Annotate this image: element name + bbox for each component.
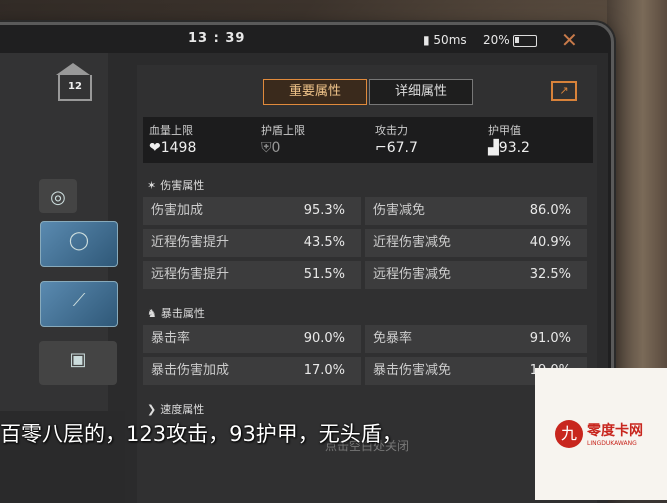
- stat-row: 暴击伤害加成 17.0%: [143, 357, 361, 385]
- tab-detail-attributes[interactable]: 详细属性: [369, 79, 473, 105]
- shield-icon: ⛨: [261, 140, 272, 156]
- gun-icon: ⌐: [375, 140, 387, 156]
- crit-icon: ♞: [147, 307, 157, 320]
- house-icon: 12: [56, 63, 92, 101]
- stat-row: 伤害减免 86.0%: [365, 197, 587, 225]
- watermark-name: 零度卡网: [587, 423, 643, 439]
- stat-shield: 护盾上限 ⛨0: [261, 124, 305, 156]
- damage-section-title: ✶ 伤害属性: [147, 179, 205, 192]
- equip-slot-2[interactable]: ◯: [40, 221, 118, 267]
- equip-slot-3[interactable]: ⟋: [40, 281, 118, 327]
- stat-row: 近程伤害提升 43.5%: [143, 229, 361, 257]
- watermark-sub: LINGDUKAWANG: [587, 440, 637, 447]
- crit-section-title: ♞ 暴击属性: [147, 307, 205, 320]
- share-icon[interactable]: ↗: [551, 81, 577, 101]
- stat-row: 近程伤害减免 40.9%: [365, 229, 587, 257]
- vest-icon: ▣: [69, 349, 87, 370]
- heart-icon: ❤: [149, 140, 161, 156]
- stat-hp: 血量上限 ❤1498: [149, 124, 197, 156]
- bracelet-icon: ◯: [68, 230, 90, 251]
- armor-icon: ▟: [488, 140, 499, 156]
- weapon-icon: ⟋: [72, 290, 86, 311]
- stat-row: 暴击率 90.0%: [143, 325, 361, 353]
- speed-icon: ❯: [147, 403, 157, 416]
- ring-icon: ◎: [50, 187, 66, 208]
- core-stats: 血量上限 ❤1498 护盾上限 ⛨0 攻击力 ⌐67.7 护甲值 ▟93.2: [143, 117, 593, 163]
- watermark-logo: 九 零度卡网 LINGDUKAWANG: [535, 368, 667, 500]
- stat-row: 伤害加成 95.3%: [143, 197, 361, 225]
- status-bar: 13 : 39 ▮ 50ms 20% ✕: [0, 25, 611, 53]
- stat-row: 远程伤害提升 51.5%: [143, 261, 361, 289]
- equip-slot-1[interactable]: ◎: [39, 179, 77, 213]
- stat-row: 免暴率 91.0%: [365, 325, 587, 353]
- stat-armor: 护甲值 ▟93.2: [488, 124, 530, 156]
- signal-indicator: ▮ 50ms: [423, 33, 467, 47]
- stat-row: 远程伤害减免 32.5%: [365, 261, 587, 289]
- close-icon[interactable]: ✕: [561, 28, 578, 52]
- equip-slot-4[interactable]: ▣: [39, 341, 117, 385]
- level-badge: 12: [56, 63, 92, 105]
- stat-attack: 攻击力 ⌐67.7: [375, 124, 418, 156]
- battery-icon: [513, 35, 537, 47]
- video-subtitle: 百零八层的，123攻击，93护甲，无头盾，: [0, 422, 403, 446]
- tab-main-attributes[interactable]: 重要属性: [263, 79, 367, 105]
- speed-section-title: ❯ 速度属性: [147, 403, 205, 416]
- battery-text: 20%: [483, 33, 510, 47]
- damage-icon: ✶: [147, 179, 157, 192]
- watermark-emblem-icon: 九: [555, 420, 583, 448]
- clock: 13 : 39: [188, 31, 246, 46]
